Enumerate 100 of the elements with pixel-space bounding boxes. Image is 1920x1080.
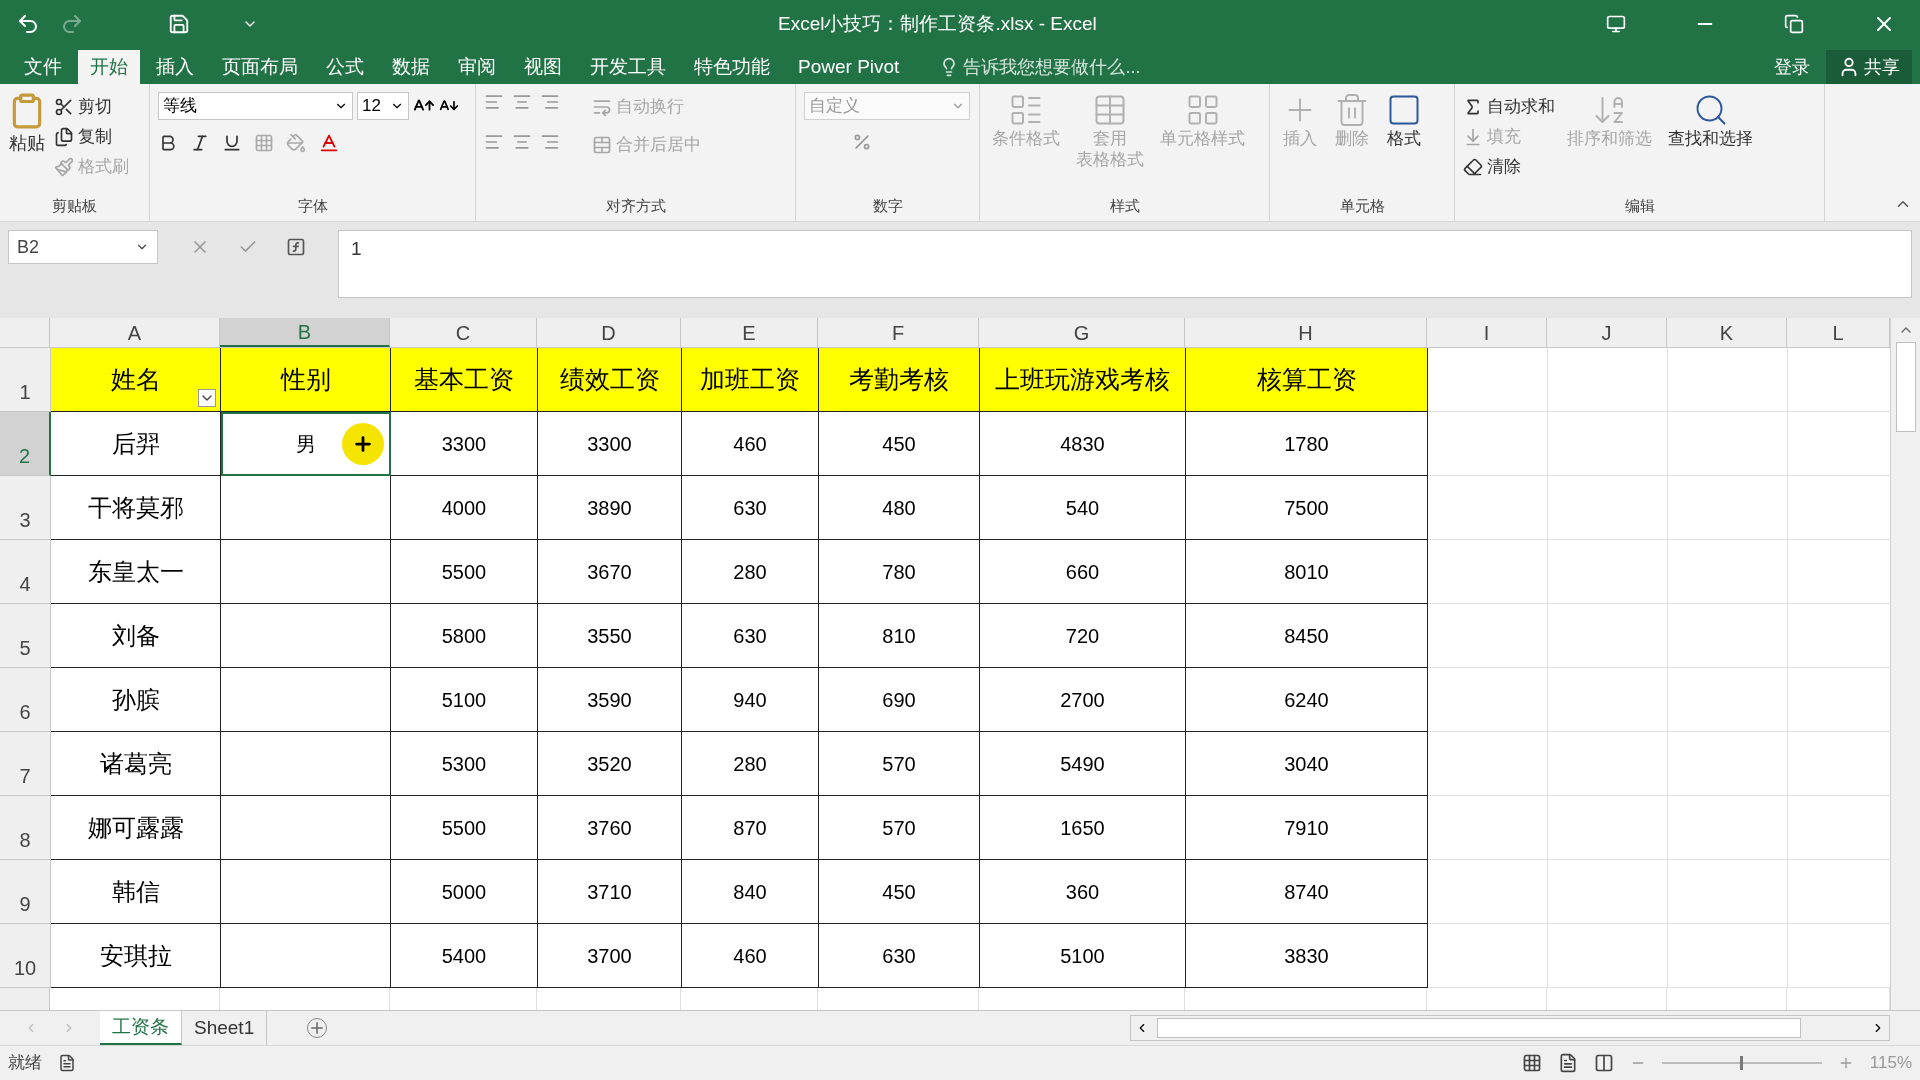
ribbon-button[interactable]: 清除 (1463, 152, 1555, 182)
table-cell: 870 (682, 796, 819, 860)
zoom-level: 115% (1869, 1052, 1912, 1075)
macro-record-icon[interactable] (58, 1054, 76, 1072)
column-header[interactable]: I (1427, 318, 1547, 347)
group-label: 字体 (297, 195, 328, 216)
paintbrush-icon (54, 157, 74, 177)
align-left-icon[interactable] (484, 132, 504, 152)
table-cell: 诸葛亮 (51, 732, 221, 796)
table-cell: 460 (682, 412, 819, 476)
ribbon-button[interactable]: 剪切 (54, 92, 129, 122)
header-cell: 性别 (221, 348, 391, 412)
name-box[interactable]: B2 (8, 230, 158, 264)
ribbon-tab[interactable]: 页面布局 (210, 50, 310, 84)
group-label: 剪贴板 (52, 195, 97, 216)
ribbon-tab[interactable]: Power Pivot (786, 50, 912, 84)
share-button[interactable]: 共享 (1826, 50, 1912, 84)
ribbon-button[interactable]: 格式 (1382, 92, 1426, 150)
ribbon-tab[interactable]: 开发工具 (578, 50, 678, 84)
row-header[interactable]: 8 (0, 796, 51, 860)
table-cell: 630 (682, 604, 819, 668)
ribbon-button[interactable]: 复制 (54, 122, 129, 152)
row-header[interactable]: 5 (0, 604, 51, 668)
align-middle-icon[interactable] (512, 92, 532, 112)
table-cell: 4000 (391, 476, 538, 540)
table-cell: 940 (682, 668, 819, 732)
percent-icon[interactable] (852, 132, 872, 152)
align-top-icon[interactable] (484, 92, 504, 112)
fill-color-icon[interactable] (286, 133, 306, 153)
table-cell: 安琪拉 (51, 924, 221, 988)
normal-view-icon[interactable] (1521, 1053, 1542, 1073)
column-header[interactable]: G (979, 318, 1185, 347)
column-header[interactable]: D (537, 318, 681, 347)
ribbon-button[interactable]: 查找和选择 (1664, 92, 1757, 150)
table-cell: 3300 (391, 412, 538, 476)
row-header[interactable]: 3 (0, 476, 51, 540)
ribbon-display-icon[interactable] (1606, 14, 1626, 34)
vertical-scrollbar[interactable] (1890, 318, 1920, 1010)
row-header[interactable]: 6 (0, 668, 51, 732)
header-cell: 核算工资 (1186, 348, 1428, 412)
row-header[interactable]: 10 (0, 924, 51, 988)
column-header[interactable]: J (1547, 318, 1667, 347)
restore-icon[interactable] (1784, 14, 1804, 34)
font-size-field[interactable]: 12 (357, 92, 409, 120)
slider-thumb[interactable] (1740, 1056, 1744, 1070)
table-cell: 5300 (391, 732, 538, 796)
ribbon-tab[interactable]: 开始 (78, 50, 140, 84)
ribbon-button[interactable]: 自动求和 (1463, 92, 1555, 122)
table-cell: 6240 (1186, 668, 1428, 732)
page-break-icon[interactable] (1593, 1053, 1614, 1073)
column-header[interactable]: B (220, 318, 390, 347)
table-cell: 3590 (538, 668, 682, 732)
filter-dropdown-icon[interactable] (198, 389, 216, 407)
ribbon-tab[interactable]: 审阅 (446, 50, 508, 84)
table-cell: 810 (819, 604, 980, 668)
table-cell: 630 (682, 476, 819, 540)
tell-me-field[interactable]: 告诉我您想要做什么... (939, 50, 1141, 84)
header-cell: 绩效工资 (538, 348, 682, 412)
formula-field[interactable]: 1 (338, 230, 1912, 298)
table-cell: 娜可露露 (51, 796, 221, 860)
undo-icon[interactable] (16, 12, 40, 36)
font-color-icon[interactable] (318, 132, 340, 154)
row-header[interactable]: 7 (0, 732, 51, 796)
table-cell: 干将莫邪 (51, 476, 221, 540)
column-header[interactable]: C (390, 318, 537, 347)
font-name-field[interactable]: 等线 (158, 92, 353, 120)
horizontal-scrollbar[interactable] (1130, 1015, 1890, 1041)
column-header[interactable]: E (681, 318, 818, 347)
ribbon-tab[interactable]: 数据 (380, 50, 442, 84)
column-header[interactable]: H (1185, 318, 1427, 347)
save-icon[interactable] (168, 13, 190, 35)
align-bottom-icon[interactable] (540, 92, 560, 112)
insert-function-icon[interactable] (286, 237, 306, 257)
row-header[interactable]: 1 (0, 348, 51, 412)
row-header[interactable]: 2 (0, 412, 51, 476)
ribbon-tab[interactable]: 文件 (12, 50, 74, 84)
ribbon-tab[interactable]: 视图 (512, 50, 574, 84)
table-cell: 8740 (1186, 860, 1428, 924)
ribbon-tab[interactable]: 公式 (314, 50, 376, 84)
sheet-tab[interactable]: 工资条 (100, 1011, 182, 1045)
row-header[interactable]: 9 (0, 860, 51, 924)
italic-icon[interactable] (190, 133, 210, 153)
underline-icon[interactable] (222, 133, 242, 153)
paste-button[interactable]: 粘贴 (8, 92, 46, 157)
zoom-slider[interactable] (1661, 1056, 1822, 1070)
window-title: Excel小技巧：制作工资条.xlsx - Excel (778, 11, 1097, 36)
group-label: 单元格 (1339, 195, 1385, 216)
column-header[interactable]: F (818, 318, 979, 347)
ribbon-tab[interactable]: 插入 (144, 50, 206, 84)
table-cell: 570 (819, 732, 980, 796)
login-link[interactable]: 登录 (1758, 50, 1826, 84)
table-cell: 690 (819, 668, 980, 732)
scrollbar-thumb[interactable] (1157, 1018, 1801, 1038)
row-header[interactable]: 4 (0, 540, 51, 604)
borders-icon[interactable] (254, 133, 274, 153)
align-center-icon[interactable] (512, 132, 532, 152)
column-header[interactable]: K (1667, 318, 1787, 347)
align-right-icon[interactable] (540, 132, 560, 152)
ribbon-tab[interactable]: 特色功能 (682, 50, 782, 84)
scrollbar-thumb[interactable] (1895, 342, 1916, 432)
